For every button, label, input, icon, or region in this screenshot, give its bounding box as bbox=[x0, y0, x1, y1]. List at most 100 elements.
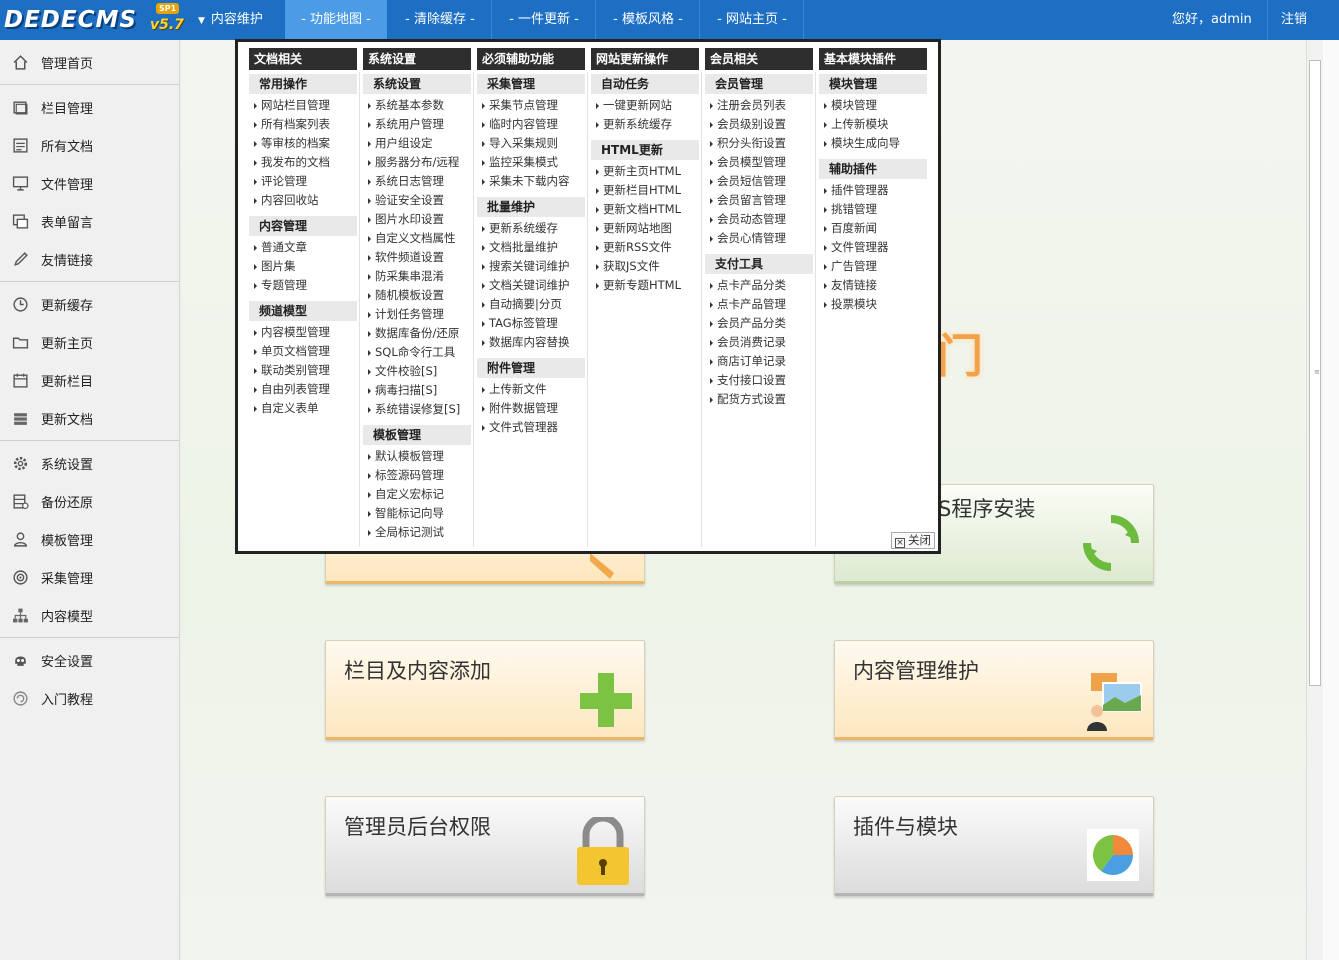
function-link[interactable]: 标签源码管理 bbox=[363, 466, 471, 485]
function-link[interactable]: 会员级别设置 bbox=[705, 115, 813, 134]
function-link[interactable]: 上传新文件 bbox=[477, 380, 585, 399]
function-link[interactable]: 更新专题HTML bbox=[591, 276, 699, 295]
function-link[interactable]: 会员留言管理 bbox=[705, 191, 813, 210]
function-link[interactable]: 内容模型管理 bbox=[249, 323, 357, 342]
function-link[interactable]: 广告管理 bbox=[819, 257, 927, 276]
function-link[interactable]: 普通文章 bbox=[249, 238, 357, 257]
function-link[interactable]: 自定义表单 bbox=[249, 399, 357, 418]
function-link[interactable]: 更新文档HTML bbox=[591, 200, 699, 219]
function-link[interactable]: 投票模块 bbox=[819, 295, 927, 314]
function-link[interactable]: 系统日志管理 bbox=[363, 172, 471, 191]
function-link[interactable]: 自定义宏标记 bbox=[363, 485, 471, 504]
function-link[interactable]: 更新系统缓存 bbox=[591, 115, 699, 134]
function-link[interactable]: 所有档案列表 bbox=[249, 115, 357, 134]
function-link[interactable]: 网站栏目管理 bbox=[249, 96, 357, 115]
function-link[interactable]: TAG标签管理 bbox=[477, 314, 585, 333]
function-link[interactable]: 单页文档管理 bbox=[249, 342, 357, 361]
function-link[interactable]: 病毒扫描[S] bbox=[363, 381, 471, 400]
function-link[interactable]: 更新RSS文件 bbox=[591, 238, 699, 257]
function-link[interactable]: 点卡产品管理 bbox=[705, 295, 813, 314]
function-link[interactable]: 支付接口设置 bbox=[705, 371, 813, 390]
function-link[interactable]: 数据库内容替换 bbox=[477, 333, 585, 352]
sidebar-item-all-documents[interactable]: 所有文档 bbox=[0, 126, 179, 164]
nav-function-map[interactable]: - 功能地图 - bbox=[285, 0, 387, 40]
function-link[interactable]: 会员心情管理 bbox=[705, 229, 813, 248]
scrollbar-thumb[interactable]: ≡ bbox=[1309, 60, 1321, 686]
function-link[interactable]: 更新栏目HTML bbox=[591, 181, 699, 200]
sidebar-item-update-home[interactable]: 更新主页 bbox=[0, 323, 179, 361]
function-link[interactable]: 一键更新网站 bbox=[591, 96, 699, 115]
function-link[interactable]: 模块管理 bbox=[819, 96, 927, 115]
function-link[interactable]: 计划任务管理 bbox=[363, 305, 471, 324]
function-link[interactable]: 商店订单记录 bbox=[705, 352, 813, 371]
nav-template-style[interactable]: - 模板风格 - bbox=[596, 0, 700, 40]
function-link[interactable]: 防采集串混淆 bbox=[363, 267, 471, 286]
function-link[interactable]: 自定义文档属性 bbox=[363, 229, 471, 248]
function-link[interactable]: 我发布的文档 bbox=[249, 153, 357, 172]
function-link[interactable]: 点卡产品分类 bbox=[705, 276, 813, 295]
function-link[interactable]: 注册会员列表 bbox=[705, 96, 813, 115]
sidebar-item-friend-links[interactable]: 友情链接 bbox=[0, 240, 179, 278]
sidebar-item-content-model[interactable]: 内容模型 bbox=[0, 596, 179, 634]
sidebar-item-file-management[interactable]: 文件管理 bbox=[0, 164, 179, 202]
tile-admin-permissions[interactable]: 管理员后台权限 bbox=[325, 796, 645, 896]
function-link[interactable]: 临时内容管理 bbox=[477, 115, 585, 134]
function-link[interactable]: 用户组设定 bbox=[363, 134, 471, 153]
function-link[interactable]: 数据库备份/还原 bbox=[363, 324, 471, 343]
function-link[interactable]: 系统基本参数 bbox=[363, 96, 471, 115]
sidebar-item-backup-restore[interactable]: 备份还原 bbox=[0, 482, 179, 520]
function-link[interactable]: 随机模板设置 bbox=[363, 286, 471, 305]
function-link[interactable]: 会员短信管理 bbox=[705, 172, 813, 191]
sidebar-item-collect-management[interactable]: 采集管理 bbox=[0, 558, 179, 596]
function-link[interactable]: 文件校验[S] bbox=[363, 362, 471, 381]
function-link[interactable]: 采集节点管理 bbox=[477, 96, 585, 115]
function-link[interactable]: 自动摘要|分页 bbox=[477, 295, 585, 314]
function-link[interactable]: 上传新模块 bbox=[819, 115, 927, 134]
sidebar-item-system-settings[interactable]: 系统设置 bbox=[0, 444, 179, 482]
function-link[interactable]: 导入采集规则 bbox=[477, 134, 585, 153]
function-link[interactable]: 内容回收站 bbox=[249, 191, 357, 210]
sidebar-item-template-management[interactable]: 模板管理 bbox=[0, 520, 179, 558]
sidebar-item-security-settings[interactable]: 安全设置 bbox=[0, 641, 179, 679]
function-link[interactable]: 会员产品分类 bbox=[705, 314, 813, 333]
function-link[interactable]: 会员消费记录 bbox=[705, 333, 813, 352]
tile-column-content-add[interactable]: 栏目及内容添加 bbox=[325, 640, 645, 740]
function-link[interactable]: 默认模板管理 bbox=[363, 447, 471, 466]
sidebar-item-getting-started[interactable]: 入门教程 bbox=[0, 679, 179, 717]
function-link[interactable]: 文件式管理器 bbox=[477, 418, 585, 437]
function-link[interactable]: 智能标记向导 bbox=[363, 504, 471, 523]
function-link[interactable]: 模块生成向导 bbox=[819, 134, 927, 153]
nav-clear-cache[interactable]: - 清除缓存 - bbox=[388, 0, 492, 40]
function-link[interactable]: 更新系统缓存 bbox=[477, 219, 585, 238]
function-link[interactable]: 文档关键词维护 bbox=[477, 276, 585, 295]
nav-one-click-update[interactable]: - 一件更新 - bbox=[492, 0, 596, 40]
function-link[interactable]: 系统错误修复[S] bbox=[363, 400, 471, 419]
function-link[interactable]: 评论管理 bbox=[249, 172, 357, 191]
function-link[interactable]: 文件管理器 bbox=[819, 238, 927, 257]
function-link[interactable]: 自由列表管理 bbox=[249, 380, 357, 399]
function-link[interactable]: 积分头衔设置 bbox=[705, 134, 813, 153]
vertical-scrollbar[interactable]: ≡ bbox=[1306, 40, 1323, 960]
nav-site-home[interactable]: - 网站主页 - bbox=[700, 0, 804, 40]
logout-link[interactable]: 注销 bbox=[1281, 0, 1307, 40]
function-link[interactable]: 采集未下载内容 bbox=[477, 172, 585, 191]
function-link[interactable]: 验证安全设置 bbox=[363, 191, 471, 210]
function-link[interactable]: 配货方式设置 bbox=[705, 390, 813, 409]
sidebar-item-update-documents[interactable]: 更新文档 bbox=[0, 399, 179, 437]
sidebar-item-form-messages[interactable]: 表单留言 bbox=[0, 202, 179, 240]
function-link[interactable]: 服务器分布/远程 bbox=[363, 153, 471, 172]
function-link[interactable]: 软件频道设置 bbox=[363, 248, 471, 267]
function-link[interactable]: 挑错管理 bbox=[819, 200, 927, 219]
function-link[interactable]: 系统用户管理 bbox=[363, 115, 471, 134]
function-link[interactable]: 插件管理器 bbox=[819, 181, 927, 200]
function-link[interactable]: 搜索关键词维护 bbox=[477, 257, 585, 276]
function-link[interactable]: 文档批量维护 bbox=[477, 238, 585, 257]
function-link[interactable]: 联动类别管理 bbox=[249, 361, 357, 380]
function-link[interactable]: 百度新闻 bbox=[819, 219, 927, 238]
close-button[interactable]: × 关闭 bbox=[891, 532, 935, 549]
sidebar-item-columns[interactable]: 栏目管理 bbox=[0, 88, 179, 126]
function-link[interactable]: 监控采集模式 bbox=[477, 153, 585, 172]
function-link[interactable]: 专题管理 bbox=[249, 276, 357, 295]
function-link[interactable]: 更新主页HTML bbox=[591, 162, 699, 181]
sidebar-item-update-columns[interactable]: 更新栏目 bbox=[0, 361, 179, 399]
